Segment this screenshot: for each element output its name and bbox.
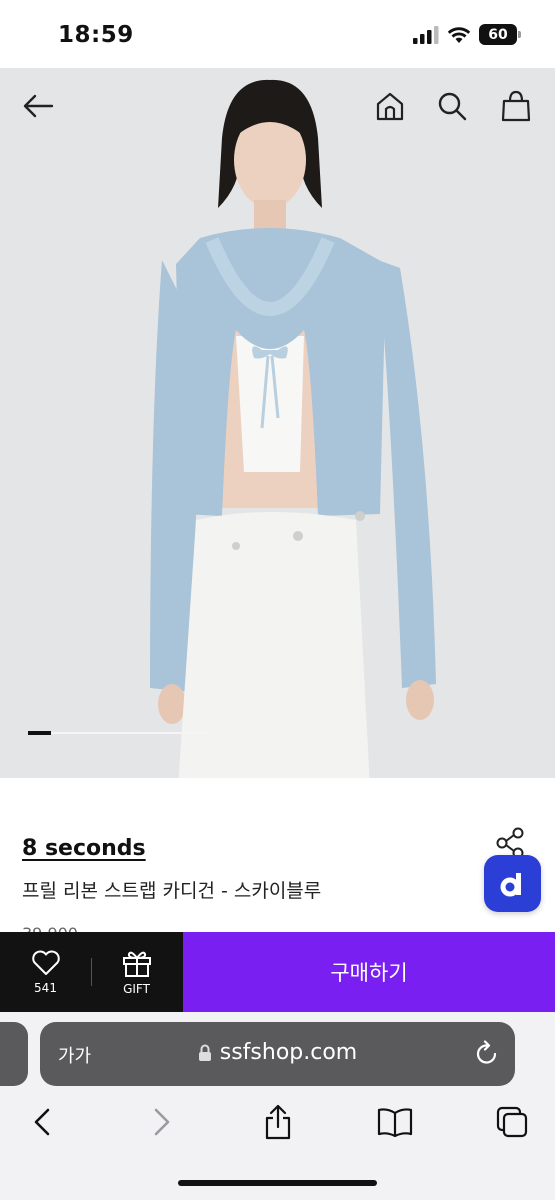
home-icon: [376, 92, 404, 121]
d-app-button[interactable]: [484, 855, 541, 912]
status-icons: 60: [413, 24, 521, 45]
shopping-bag-icon: [501, 90, 531, 122]
book-icon: [377, 1108, 413, 1137]
product-image-carousel[interactable]: [0, 68, 555, 778]
tabs-icon: [496, 1106, 528, 1138]
search-icon: [438, 92, 467, 121]
browser-chrome: 가가 ssfshop.com: [0, 1012, 555, 1200]
cellular-signal-icon: [413, 25, 439, 44]
price-partial: 39,900: [22, 924, 82, 932]
home-indicator: [178, 1180, 377, 1186]
bookmarks-button[interactable]: [373, 1100, 417, 1144]
wifi-icon: [447, 26, 471, 43]
like-count: 541: [34, 980, 57, 995]
purchase-action-bar: 541 GIFT 구매하기: [0, 932, 555, 1012]
carousel-progress: [28, 731, 206, 735]
tabs-button[interactable]: [490, 1100, 534, 1144]
share-sheet-button[interactable]: [256, 1100, 300, 1144]
action-divider: [91, 958, 92, 986]
d-logo-icon: [500, 872, 521, 896]
product-name: 프릴 리본 스트랩 카디건 - 스카이블루: [22, 880, 322, 902]
reload-icon: [476, 1040, 497, 1064]
product-photo: [0, 68, 555, 778]
gift-label: GIFT: [123, 981, 150, 996]
browser-back-button[interactable]: [20, 1100, 64, 1144]
share-up-icon: [265, 1104, 291, 1140]
previous-tab-peek[interactable]: [0, 1022, 28, 1086]
heart-icon: [31, 950, 60, 975]
action-bar-left: 541 GIFT: [0, 932, 183, 1012]
like-button[interactable]: 541: [0, 932, 91, 1012]
cart-button[interactable]: [494, 84, 538, 128]
status-time: 18:59: [58, 22, 134, 48]
chevron-right-icon: [154, 1108, 170, 1136]
gift-button[interactable]: GIFT: [91, 932, 182, 1012]
chevron-left-icon: [34, 1108, 50, 1136]
battery-indicator: 60: [479, 24, 521, 45]
lock-icon: [198, 1044, 211, 1061]
home-button[interactable]: [368, 84, 412, 128]
address-bar[interactable]: 가가 ssfshop.com: [40, 1022, 515, 1086]
status-bar: 18:59 60: [0, 0, 555, 68]
gift-icon: [122, 951, 151, 977]
carousel-progress-fill: [28, 731, 52, 735]
reload-button[interactable]: [475, 1040, 499, 1070]
buy-button[interactable]: 구매하기: [183, 932, 555, 1012]
back-button[interactable]: [16, 84, 60, 128]
browser-forward-button[interactable]: [140, 1100, 184, 1144]
url-text: ssfshop.com: [219, 1040, 358, 1065]
brand-link[interactable]: 8 seconds: [22, 836, 146, 861]
search-button[interactable]: [430, 84, 474, 128]
browser-toolbar: [0, 1100, 555, 1144]
arrow-left-icon: [23, 94, 54, 118]
url-display: ssfshop.com: [40, 1040, 515, 1065]
